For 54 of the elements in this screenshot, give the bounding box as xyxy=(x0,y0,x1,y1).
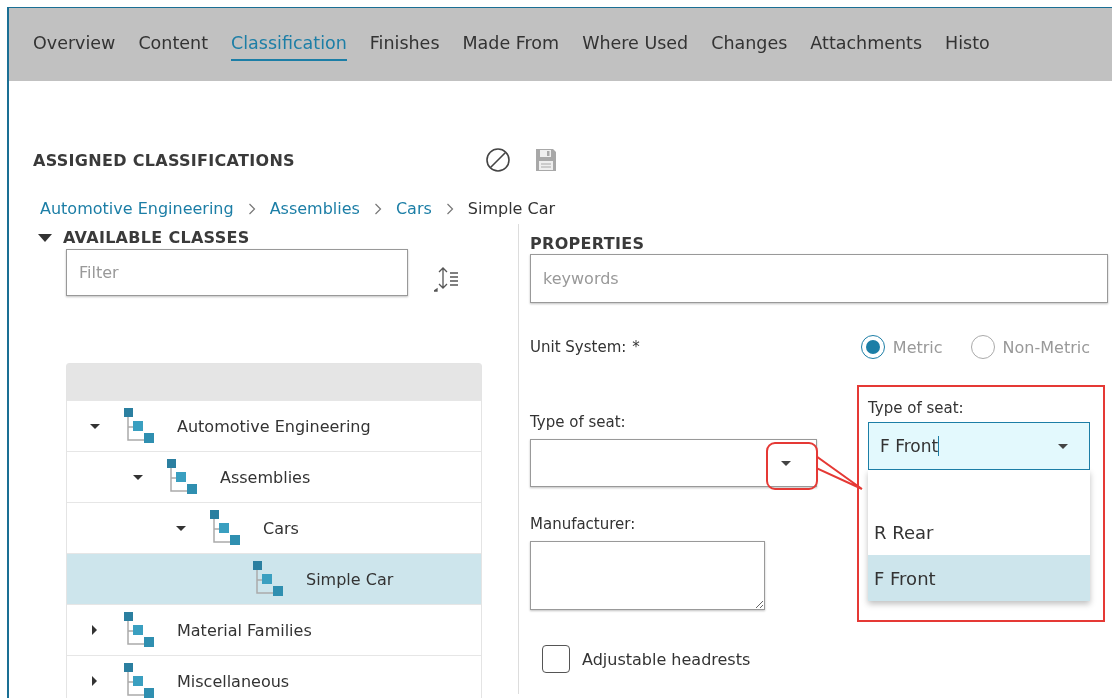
tree-item-label: Material Families xyxy=(177,620,312,640)
tab[interactable]: Attachments xyxy=(810,28,923,61)
section-title: AVAILABLE CLASSES xyxy=(63,228,250,247)
keywords-field[interactable]: keywords xyxy=(530,254,1108,303)
dropdown-option[interactable]: R Rear xyxy=(868,509,1090,555)
field-label: Type of seat: xyxy=(868,399,965,417)
highlight-outline xyxy=(766,442,818,490)
breadcrumb-current: Simple Car xyxy=(467,199,556,218)
manufacturer-field[interactable] xyxy=(530,541,765,610)
hierarchy-icon xyxy=(123,662,157,698)
collapse-triangle-icon[interactable] xyxy=(37,231,53,244)
dropdown-option[interactable]: F Front xyxy=(868,555,1090,601)
checkbox[interactable] xyxy=(542,645,570,673)
tab[interactable]: Where Used xyxy=(582,28,689,61)
hierarchy-icon xyxy=(252,560,286,596)
field-label: Manufacturer: xyxy=(530,515,636,533)
tree-row[interactable]: Miscellaneous xyxy=(67,655,481,698)
hierarchy-icon xyxy=(209,509,243,545)
field-label: Type of seat: xyxy=(530,413,626,431)
tree-item-label: Simple Car xyxy=(306,569,394,589)
tree-row[interactable]: Simple Car xyxy=(67,553,481,604)
tab[interactable]: Made From xyxy=(462,28,560,61)
caret-down-icon[interactable] xyxy=(780,460,792,468)
section-title: ASSIGNED CLASSIFICATIONS xyxy=(33,150,296,170)
breadcrumb-link[interactable]: Cars xyxy=(395,199,432,218)
tab[interactable]: Overview xyxy=(33,28,116,61)
checkbox-label: Adjustable headrests xyxy=(582,649,751,669)
tree-row[interactable]: Automotive Engineering xyxy=(67,400,481,451)
hierarchy-icon xyxy=(166,458,200,494)
field-label: Unit System: xyxy=(530,338,627,356)
tree-row[interactable]: Material Families xyxy=(67,604,481,655)
tree-item-label: Assemblies xyxy=(220,467,311,487)
seat-dropdown[interactable]: F Front xyxy=(868,422,1090,470)
cancel-icon[interactable] xyxy=(485,147,511,173)
hierarchy-icon xyxy=(123,407,157,443)
required-mark: * xyxy=(632,338,640,356)
dropdown-value: F Front xyxy=(880,436,939,456)
hierarchy-icon xyxy=(123,611,157,647)
section-title: PROPERTIES xyxy=(530,234,645,253)
tree-row[interactable]: Assemblies xyxy=(67,451,481,502)
tree-item-label: Cars xyxy=(263,518,299,538)
tab[interactable]: Content xyxy=(138,28,208,61)
filter-field[interactable]: Filter xyxy=(66,249,408,296)
breadcrumb-link[interactable]: Assemblies xyxy=(269,199,360,218)
tree-item-label: Automotive Engineering xyxy=(177,416,371,436)
chevron-right-icon xyxy=(373,202,382,215)
tab[interactable]: Finishes xyxy=(369,28,440,61)
chevron-right-icon xyxy=(247,202,256,215)
tree-item-label: Miscellaneous xyxy=(177,671,290,691)
caret-down-icon[interactable] xyxy=(1057,443,1069,451)
tab[interactable]: Changes xyxy=(711,28,788,61)
breadcrumb-link[interactable]: Automotive Engineering xyxy=(40,199,234,218)
chevron-right-icon xyxy=(445,202,454,215)
tab[interactable]: Histo xyxy=(945,28,990,61)
